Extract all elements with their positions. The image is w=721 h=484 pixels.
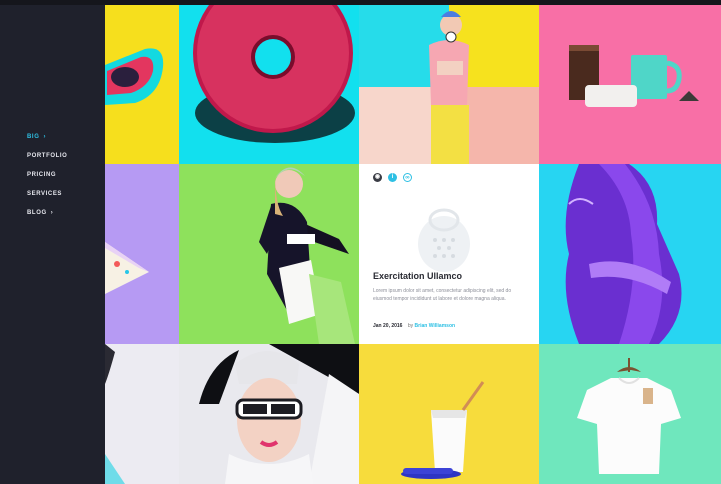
portfolio-tile[interactable] — [179, 5, 359, 164]
card-excerpt: Lorem ipsum dolor sit amet, consectetur … — [373, 288, 512, 302]
coffee-cup-image — [401, 381, 485, 479]
portfolio-tile[interactable] — [539, 164, 721, 344]
portfolio-tile[interactable] — [539, 344, 721, 484]
nav-item-blog[interactable]: BLOG › — [27, 209, 67, 228]
card-title[interactable]: Exercitation Ullamco — [373, 271, 462, 281]
info-icon[interactable]: i — [388, 173, 397, 182]
abstract-shape-image — [105, 242, 149, 294]
card-actions: ◉ i ∞ — [373, 173, 412, 182]
author-link[interactable]: Brian Williamson — [415, 323, 456, 329]
card-meta: Jan 20, 2016 by Brian Williamson — [373, 323, 455, 329]
portfolio-tile[interactable] — [179, 344, 359, 484]
nav-item-services[interactable]: SERVICES — [27, 190, 67, 209]
nav-item-big[interactable]: BIG › — [27, 133, 67, 152]
tshirt-hanger-image — [577, 358, 681, 474]
portfolio-tile[interactable] — [179, 164, 359, 344]
fashion-model-image — [359, 5, 539, 164]
nav-item-portfolio[interactable]: PORTFOLIO — [27, 152, 67, 171]
blog-card[interactable]: ◉ i ∞ Exercitation Ullamco Lorem ipsum d… — [359, 164, 539, 344]
camera-icon[interactable]: ◉ — [373, 173, 382, 182]
coffee-cups-image — [569, 45, 699, 107]
woman-shopping-image — [259, 167, 355, 344]
chevron-right-icon: › — [43, 134, 47, 140]
nav-item-label: BLOG — [27, 210, 47, 216]
portfolio-tile[interactable] — [359, 344, 539, 484]
main-nav: BIG › PORTFOLIO PRICING SERVICES BLOG › — [27, 133, 67, 228]
handbag-icon — [418, 208, 470, 272]
post-date: Jan 20, 2016 — [373, 323, 403, 329]
purple-figure-image — [565, 164, 682, 344]
portfolio-tile[interactable] — [539, 5, 721, 164]
portfolio-tile[interactable] — [105, 164, 179, 344]
sidebar: BIG › PORTFOLIO PRICING SERVICES BLOG › — [0, 5, 105, 484]
portfolio-tile[interactable] — [105, 5, 179, 164]
portfolio-grid: ◉ i ∞ Exercitation Ullamco Lorem ipsum d… — [105, 5, 721, 484]
nav-item-label: PORTFOLIO — [27, 153, 68, 159]
nav-item-label: SERVICES — [27, 191, 63, 197]
gradient-shape-image — [105, 344, 125, 484]
nav-item-label: BIG — [27, 134, 40, 140]
portfolio-tile[interactable] — [359, 5, 539, 164]
link-icon[interactable]: ∞ — [403, 173, 412, 182]
nav-item-label: PRICING — [27, 172, 57, 178]
byline-prefix: by — [407, 323, 414, 329]
portfolio-tile[interactable] — [105, 344, 179, 484]
sunglasses-image — [105, 48, 164, 105]
model-sunglasses-image — [179, 344, 359, 484]
donut-image — [193, 5, 355, 143]
chevron-right-icon: › — [50, 210, 54, 216]
nav-item-pricing[interactable]: PRICING — [27, 171, 67, 190]
